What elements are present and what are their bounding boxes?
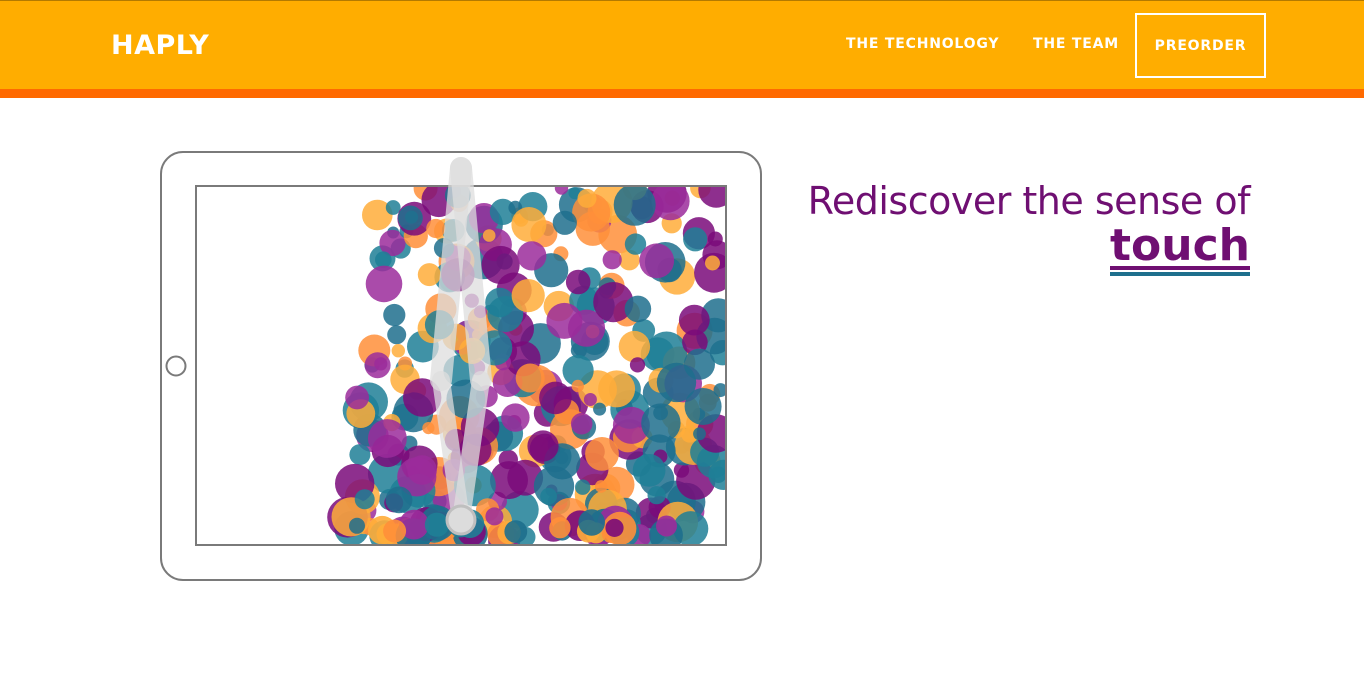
tablet-illustration	[160, 151, 762, 581]
bubble	[349, 444, 371, 466]
bubble	[539, 381, 572, 415]
bubble	[511, 279, 545, 313]
bubble	[383, 303, 406, 327]
bubble	[639, 243, 675, 279]
bubble	[385, 486, 413, 514]
bubble	[605, 518, 624, 538]
bubble	[693, 427, 706, 441]
bubble	[517, 241, 547, 271]
bubble	[629, 357, 646, 373]
bubble	[647, 486, 666, 505]
bubble	[375, 251, 392, 268]
bubble	[383, 519, 407, 543]
bubble	[540, 487, 557, 505]
bubble	[613, 186, 656, 226]
bubble	[571, 379, 584, 393]
bubble	[345, 385, 369, 410]
bubble	[527, 430, 559, 462]
bubble	[598, 370, 636, 408]
bubble	[546, 302, 583, 339]
bubble	[426, 218, 446, 239]
bubble	[632, 454, 666, 487]
bubble-field	[327, 186, 726, 545]
bubble	[482, 229, 496, 242]
tagline-emphasis-touch: touch	[1110, 222, 1250, 276]
bubble	[387, 325, 407, 345]
bubble	[417, 263, 441, 287]
bubble	[707, 231, 723, 247]
bubble	[565, 269, 591, 295]
bubble	[549, 517, 571, 539]
bubble	[354, 489, 375, 510]
bubble	[578, 509, 605, 536]
bubble	[349, 517, 365, 534]
bubble	[583, 393, 597, 406]
bubble	[504, 520, 528, 543]
bubble	[656, 515, 677, 537]
bubble	[485, 287, 515, 318]
bubble	[624, 295, 652, 323]
bubble	[424, 512, 449, 537]
bubble	[683, 227, 708, 252]
bubble	[422, 422, 435, 435]
bubble	[391, 344, 405, 358]
hero-tagline: Rediscover the sense of touch	[807, 179, 1251, 276]
bubble	[705, 255, 720, 271]
bubble	[368, 419, 407, 458]
bubble	[385, 200, 401, 215]
bubble	[618, 330, 651, 363]
bubble	[552, 210, 577, 235]
bubble	[585, 437, 619, 471]
bubble	[577, 188, 597, 208]
bubble	[593, 402, 607, 416]
bubble	[575, 479, 591, 495]
tablet-home-button	[165, 355, 187, 377]
bubble	[653, 405, 668, 421]
tagline-text: Rediscover the sense of	[807, 179, 1251, 223]
bubble	[570, 412, 593, 435]
bubble	[594, 480, 608, 493]
bubble	[683, 348, 716, 380]
bubble	[602, 250, 622, 270]
bubble	[511, 207, 547, 242]
bubble	[515, 363, 545, 393]
bubble	[374, 357, 388, 371]
bubble	[501, 403, 530, 432]
bubble	[398, 205, 423, 231]
bubble	[365, 265, 403, 303]
bubble	[481, 245, 520, 285]
bubble	[485, 507, 504, 526]
bubble	[651, 186, 690, 221]
